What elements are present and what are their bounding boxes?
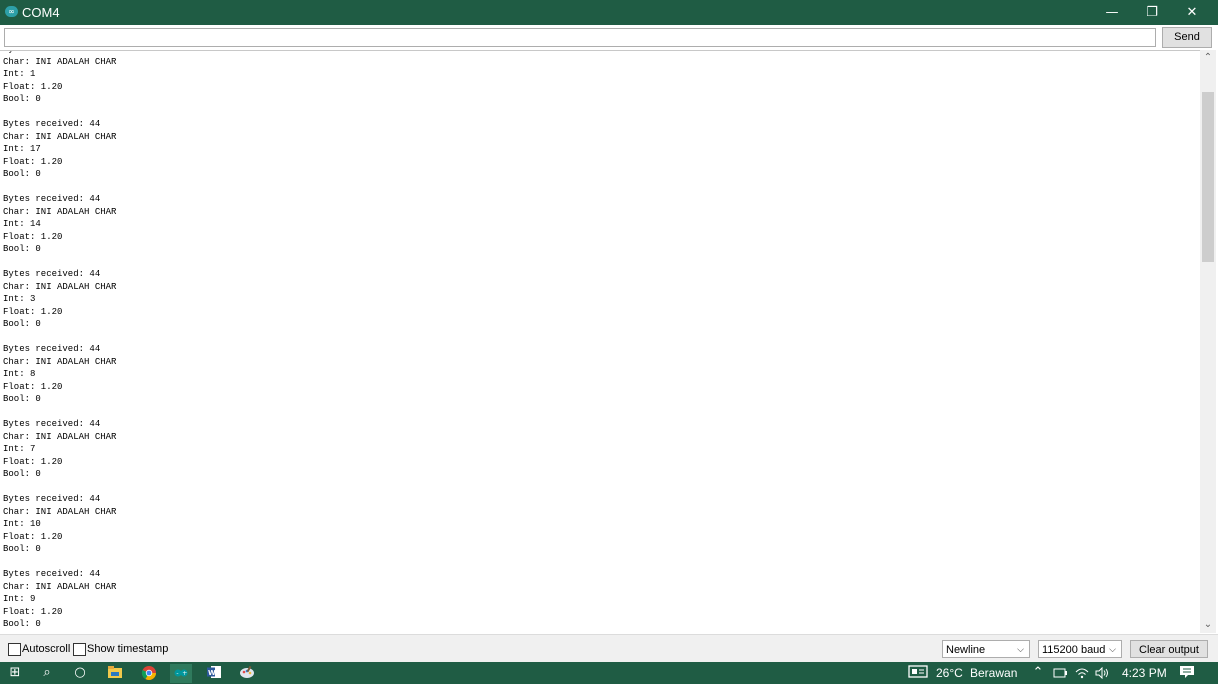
vertical-scrollbar[interactable]: ⌃ ⌄: [1200, 50, 1216, 633]
output-line: Float: 1.20: [3, 306, 63, 317]
output-line: Char: INI ADALAH CHAR: [3, 206, 117, 217]
bottom-toolbar: Autoscroll Show timestamp Newline ⌵ 1152…: [0, 634, 1218, 663]
wifi-icon[interactable]: [1074, 665, 1090, 681]
show-timestamp-checkbox[interactable]: [73, 643, 86, 656]
output-line: Char: INI ADALAH CHAR: [3, 356, 117, 367]
output-line: Float: 1.20: [3, 156, 63, 167]
autoscroll-label: Autoscroll: [22, 643, 71, 655]
weather-icon[interactable]: [907, 665, 929, 681]
notification-center-icon[interactable]: [1178, 665, 1196, 681]
chevron-down-icon: ⌵: [1109, 645, 1116, 655]
chevron-down-icon: ⌵: [1017, 645, 1024, 655]
output-line: Bool: 0: [3, 544, 41, 554]
send-button[interactable]: Send: [1162, 27, 1212, 48]
output-line: Int: 9: [3, 594, 36, 604]
temperature-text: 26°C: [936, 666, 963, 680]
output-line: Int: 17: [3, 144, 41, 154]
arduino-icon: ∞: [5, 6, 18, 17]
windows-start-icon[interactable]: ⊞: [6, 665, 24, 681]
output-line: Bytes received: 44: [3, 51, 116, 56]
output-line: Bool: 0: [3, 619, 41, 629]
tray-overflow-chevron-icon[interactable]: ⌃: [1031, 665, 1045, 681]
svg-text:W: W: [208, 669, 216, 677]
output-line: Float: 1.20: [3, 606, 63, 617]
title-bar: ∞ COM4 — ❐ ✕: [0, 0, 1218, 25]
minimize-button[interactable]: —: [1092, 0, 1132, 25]
autoscroll-checkbox[interactable]: [8, 643, 21, 656]
serial-send-input[interactable]: [4, 28, 1156, 47]
output-lines: Bytes received: 44Char: INI ADALAH CHARI…: [3, 51, 117, 631]
baud-rate-select[interactable]: 115200 baud ⌵: [1038, 640, 1122, 658]
paint-icon[interactable]: [238, 665, 256, 681]
output-line: Char: INI ADALAH CHAR: [3, 581, 117, 592]
clear-output-button[interactable]: Clear output: [1130, 640, 1208, 658]
output-line: Bool: 0: [3, 469, 41, 479]
search-icon[interactable]: ⌕: [38, 665, 56, 681]
output-line: Int: 1: [3, 69, 36, 79]
scroll-down-icon[interactable]: ⌄: [1200, 617, 1216, 633]
baud-rate-value: 115200 baud: [1042, 644, 1106, 656]
output-line: Bytes received: 44: [3, 569, 101, 579]
line-ending-value: Newline: [946, 644, 986, 656]
serial-output[interactable]: Bytes received: 44Char: INI ADALAH CHARI…: [0, 50, 1200, 634]
output-line: Int: 14: [3, 219, 41, 229]
output-line: Float: 1.20: [3, 81, 63, 92]
output-line: Bytes received: 44: [3, 494, 101, 504]
output-line: Bool: 0: [3, 244, 41, 254]
output-line: Int: 8: [3, 369, 36, 379]
output-line: Char: INI ADALAH CHAR: [3, 431, 117, 442]
output-line: Bytes received: 44: [3, 194, 101, 204]
output-line: Char: INI ADALAH CHAR: [3, 281, 117, 292]
clock-time[interactable]: 4:23 PM: [1122, 666, 1167, 680]
output-line: Char: INI ADALAH CHAR: [3, 131, 117, 142]
file-explorer-icon[interactable]: [106, 665, 124, 681]
output-line: Bytes received: 44: [3, 344, 101, 354]
window-title: COM4: [22, 5, 60, 20]
svg-text:-: -: [176, 670, 178, 677]
show-timestamp-label: Show timestamp: [87, 643, 169, 655]
output-line: Float: 1.20: [3, 381, 63, 392]
scroll-thumb[interactable]: [1202, 92, 1214, 262]
output-line: Float: 1.20: [3, 531, 63, 542]
output-line: Bool: 0: [3, 169, 41, 179]
output-line: Bool: 0: [3, 394, 41, 404]
output-line: Bool: 0: [3, 94, 41, 104]
output-line: Int: 10: [3, 519, 41, 529]
windows-taskbar: ⊞ ⌕ ○ - + W 26°C Berawan ⌃ 4:23 PM: [0, 662, 1218, 684]
output-line: Int: 7: [3, 444, 36, 454]
weather-condition-text: Berawan: [970, 666, 1018, 680]
close-button[interactable]: ✕: [1172, 0, 1212, 25]
output-line: Char: INI ADALAH CHAR: [3, 506, 117, 517]
restore-button[interactable]: ❐: [1132, 0, 1172, 25]
arduino-taskbar-icon[interactable]: - +: [170, 664, 192, 683]
volume-icon[interactable]: [1094, 665, 1110, 681]
output-line: Float: 1.20: [3, 456, 63, 467]
output-line: Float: 1.20: [3, 231, 63, 242]
output-line: Bytes received: 44: [3, 269, 101, 279]
output-line: Bytes received: 44: [3, 119, 101, 129]
output-line: Bool: 0: [3, 319, 41, 329]
cortana-icon[interactable]: ○: [71, 665, 89, 681]
output-line: Char: INI ADALAH CHAR: [3, 56, 117, 67]
output-line: Bytes received: 44: [3, 419, 101, 429]
scroll-up-icon[interactable]: ⌃: [1200, 50, 1216, 66]
output-line: Int: 3: [3, 294, 36, 304]
chrome-icon[interactable]: [140, 665, 158, 681]
word-icon[interactable]: W: [205, 665, 223, 681]
line-ending-select[interactable]: Newline ⌵: [942, 640, 1030, 658]
battery-icon[interactable]: [1052, 665, 1068, 681]
svg-text:+: +: [182, 670, 187, 677]
